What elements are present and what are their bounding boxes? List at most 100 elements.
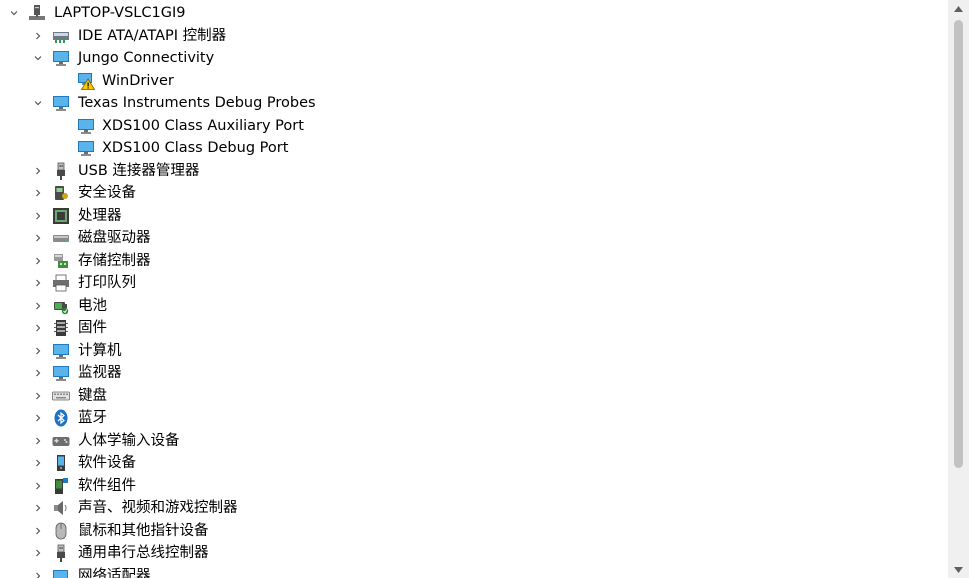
tree-item-label: 声音、视频和游戏控制器 bbox=[78, 500, 238, 516]
tree-item-label: 计算机 bbox=[78, 342, 122, 359]
scrollbar-thumb[interactable] bbox=[954, 20, 963, 468]
chevron-right-icon[interactable] bbox=[31, 497, 45, 520]
chevron-right-icon[interactable] bbox=[31, 272, 45, 295]
tree-item[interactable]: 处理器 bbox=[0, 205, 946, 228]
monitor-icon bbox=[52, 342, 70, 360]
chevron-right-icon[interactable] bbox=[31, 182, 45, 205]
chevron-right-icon[interactable] bbox=[31, 430, 45, 453]
usb-icon bbox=[52, 544, 70, 562]
chevron-down-icon[interactable] bbox=[31, 92, 45, 115]
vertical-scrollbar[interactable] bbox=[948, 0, 969, 578]
tree-item-label: WinDriver bbox=[102, 72, 174, 89]
disk-icon bbox=[52, 229, 70, 247]
tree-item-label: Jungo Connectivity bbox=[78, 50, 215, 66]
tree-item-label: USB 连接器管理器 bbox=[78, 162, 200, 179]
mouse-icon bbox=[52, 522, 70, 540]
chevron-right-icon[interactable] bbox=[31, 385, 45, 408]
tree-item[interactable]: Jungo Connectivity bbox=[0, 47, 946, 70]
tree-item[interactable]: 声音、视频和游戏控制器 bbox=[0, 497, 946, 520]
device-tree[interactable]: LAPTOP-VSLC1GI9 IDE ATA/ATAPI 控制器 Jungo Co… bbox=[0, 2, 946, 578]
chevron-right-icon[interactable] bbox=[31, 160, 45, 183]
tree-item-label: 通用串行总线控制器 bbox=[78, 545, 209, 561]
tree-item[interactable]: 通用串行总线控制器 bbox=[0, 542, 946, 565]
tree-item[interactable]: WinDriver bbox=[0, 70, 946, 93]
chevron-right-icon[interactable] bbox=[31, 250, 45, 273]
tree-item-label: 磁盘驱动器 bbox=[78, 230, 151, 246]
monitor-icon bbox=[77, 117, 95, 135]
tree-item[interactable]: 软件组件 bbox=[0, 475, 946, 498]
tree-item[interactable]: USB 连接器管理器 bbox=[0, 160, 946, 183]
usb-icon bbox=[52, 162, 70, 180]
scroll-down-arrow-icon[interactable] bbox=[948, 561, 969, 578]
tree-item-label: 人体学输入设备 bbox=[78, 432, 180, 449]
chevron-down-icon[interactable] bbox=[7, 2, 21, 25]
tree-item[interactable]: 计算机 bbox=[0, 340, 946, 363]
chevron-right-icon[interactable] bbox=[31, 317, 45, 340]
scroll-up-arrow-icon[interactable] bbox=[948, 0, 969, 17]
tree-item-label: 安全设备 bbox=[78, 185, 136, 201]
chevron-right-icon[interactable] bbox=[31, 205, 45, 228]
tree-item[interactable]: 存储控制器 bbox=[0, 250, 946, 273]
tree-item-label: XDS100 Class Debug Port bbox=[102, 140, 289, 156]
processor-icon bbox=[52, 207, 70, 225]
monitor-icon bbox=[77, 139, 95, 157]
chevron-right-icon[interactable] bbox=[31, 452, 45, 475]
tree-item-label: 蓝牙 bbox=[78, 410, 107, 426]
hid-icon bbox=[52, 432, 70, 450]
monitor-icon bbox=[52, 49, 70, 67]
chevron-right-icon[interactable] bbox=[31, 25, 45, 48]
ide-controller-icon bbox=[52, 27, 70, 45]
tree-item-label: IDE ATA/ATAPI 控制器 bbox=[78, 27, 227, 44]
software-device-icon bbox=[52, 454, 70, 472]
tree-item[interactable]: 人体学输入设备 bbox=[0, 430, 946, 453]
tree-item[interactable]: LAPTOP-VSLC1GI9 bbox=[0, 2, 946, 25]
bluetooth-icon bbox=[52, 409, 70, 427]
chevron-right-icon[interactable] bbox=[31, 362, 45, 385]
tree-item-label: 软件设备 bbox=[78, 455, 136, 471]
tree-item-label: 处理器 bbox=[78, 207, 122, 224]
tree-item[interactable]: 磁盘驱动器 bbox=[0, 227, 946, 250]
tree-item-label: 键盘 bbox=[78, 387, 107, 404]
tree-item-label: 鼠标和其他指针设备 bbox=[78, 522, 209, 539]
chevron-right-icon[interactable] bbox=[31, 565, 45, 578]
tree-item[interactable]: 电池 bbox=[0, 295, 946, 318]
tree-item[interactable]: 键盘 bbox=[0, 385, 946, 408]
tree-item[interactable]: 监视器 bbox=[0, 362, 946, 385]
tree-item[interactable]: 网络适配器 bbox=[0, 565, 946, 578]
chevron-down-icon[interactable] bbox=[31, 47, 45, 70]
chevron-right-icon[interactable] bbox=[31, 475, 45, 498]
chevron-right-icon[interactable] bbox=[31, 295, 45, 318]
tree-item[interactable]: 固件 bbox=[0, 317, 946, 340]
computer-root-icon bbox=[28, 4, 46, 22]
tree-item-label: 监视器 bbox=[78, 365, 122, 381]
tree-item-label: Texas Instruments Debug Probes bbox=[78, 95, 316, 111]
firmware-icon bbox=[52, 319, 70, 337]
battery-icon bbox=[52, 297, 70, 315]
tree-item[interactable]: 蓝牙 bbox=[0, 407, 946, 430]
printer-icon bbox=[52, 274, 70, 292]
security-icon bbox=[52, 184, 70, 202]
chevron-right-icon[interactable] bbox=[31, 227, 45, 250]
keyboard-icon bbox=[52, 387, 70, 405]
monitor-icon bbox=[52, 94, 70, 112]
tree-item[interactable]: XDS100 Class Auxiliary Port bbox=[0, 115, 946, 138]
software-component-icon bbox=[52, 477, 70, 495]
tree-item-label: 网络适配器 bbox=[78, 567, 151, 578]
tree-item-label: 存储控制器 bbox=[78, 252, 151, 269]
tree-item[interactable]: 鼠标和其他指针设备 bbox=[0, 520, 946, 543]
chevron-right-icon[interactable] bbox=[31, 542, 45, 565]
tree-item[interactable]: 安全设备 bbox=[0, 182, 946, 205]
chevron-right-icon[interactable] bbox=[31, 520, 45, 543]
chevron-right-icon[interactable] bbox=[31, 407, 45, 430]
monitor-icon bbox=[52, 364, 70, 382]
tree-item[interactable]: 打印队列 bbox=[0, 272, 946, 295]
tree-item[interactable]: 软件设备 bbox=[0, 452, 946, 475]
chevron-right-icon[interactable] bbox=[31, 340, 45, 363]
tree-item-label: 打印队列 bbox=[78, 275, 136, 291]
tree-item[interactable]: Texas Instruments Debug Probes bbox=[0, 92, 946, 115]
tree-item-label: 软件组件 bbox=[78, 477, 136, 494]
tree-item-label: LAPTOP-VSLC1GI9 bbox=[54, 5, 186, 21]
warning-device-icon bbox=[77, 72, 96, 90]
tree-item[interactable]: IDE ATA/ATAPI 控制器 bbox=[0, 25, 946, 48]
tree-item[interactable]: XDS100 Class Debug Port bbox=[0, 137, 946, 160]
